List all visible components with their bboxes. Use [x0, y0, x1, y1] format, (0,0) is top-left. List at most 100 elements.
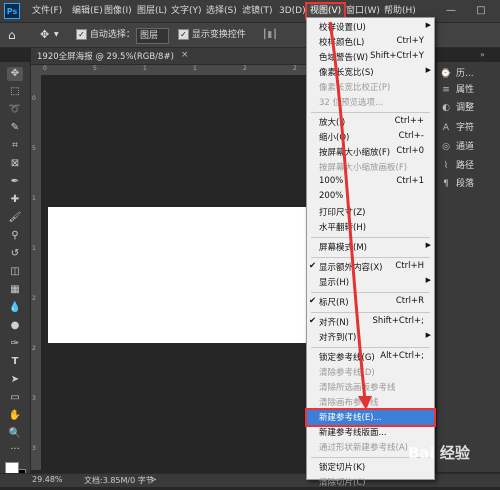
blur-tool-icon[interactable]: 💧: [7, 301, 23, 315]
menu-item-pixel-aspect-correction[interactable]: 像素长宽比校正(P): [307, 80, 434, 95]
menu-item-label: 锁定参考线(G): [319, 353, 375, 363]
rectangle-tool-icon[interactable]: ▭: [7, 391, 23, 405]
panel-channels[interactable]: ◎ 通道: [440, 139, 474, 155]
menu-item-snap[interactable]: ✔ 对齐(N) Shift+Ctrl+;: [307, 315, 434, 330]
submenu-arrow-icon: ▶: [425, 66, 431, 74]
menu-item-show[interactable]: 显示(H) ▶: [307, 275, 434, 290]
menu-item-new-guide-layout[interactable]: 新建参考线版面...: [307, 425, 434, 440]
menu-filter[interactable]: 滤镜(T): [242, 4, 273, 18]
menu-view[interactable]: 视图(V): [304, 2, 347, 20]
gradient-tool-icon[interactable]: ▦: [7, 283, 23, 297]
dodge-tool-icon[interactable]: ●: [7, 319, 23, 333]
menu-item-clear-artboard-guides[interactable]: 清除所选画板参考线: [307, 380, 434, 395]
menu-item-snap-to[interactable]: 对齐到(T) ▶: [307, 330, 434, 345]
menu-item-label: 清除画布参考线: [319, 398, 379, 408]
show-transform-group[interactable]: ✓ 显示变换控件: [178, 28, 246, 42]
show-transform-checkbox[interactable]: ✓: [178, 29, 189, 40]
menu-item-label: 新建参考线版面...: [319, 428, 387, 438]
auto-select-checkbox[interactable]: ✓: [76, 29, 87, 40]
menu-item-label: 放大(I): [319, 118, 346, 128]
panel-character[interactable]: A 字符: [440, 120, 474, 136]
ruler-tick-label: 1: [143, 65, 147, 72]
menu-item-pixel-aspect-ratio[interactable]: 像素长宽比(S) ▶: [307, 65, 434, 80]
pen-tool-icon[interactable]: ✑: [7, 337, 23, 351]
menu-item-label: 200%: [319, 191, 344, 201]
lasso-tool-icon[interactable]: ➰: [7, 103, 23, 117]
move-tool-icon[interactable]: ✥: [40, 28, 49, 42]
eyedropper-tool-icon[interactable]: ✒: [7, 175, 23, 189]
photoshop-logo-icon[interactable]: Ps: [4, 3, 20, 19]
collapse-panels-icon[interactable]: »: [480, 50, 485, 59]
close-icon[interactable]: ×: [181, 50, 189, 60]
clone-stamp-tool-icon[interactable]: ⚲: [7, 229, 23, 243]
menu-item-lock-guides[interactable]: 锁定参考线(G) Alt+Ctrl+;: [307, 350, 434, 365]
menu-edit[interactable]: 编辑(E): [72, 4, 103, 18]
menu-item-zoom-out[interactable]: 缩小(O) Ctrl+-: [307, 130, 434, 145]
menu-type[interactable]: 文字(Y): [171, 4, 202, 18]
zoom-tool-icon[interactable]: 🔍: [7, 427, 23, 441]
menu-item-print-size[interactable]: 打印尺寸(Z): [307, 205, 434, 220]
menu-item-fit-on-screen[interactable]: 按屏幕大小缩放(F) Ctrl+0: [307, 145, 434, 160]
menu-item-label: 通过形状新建参考线(A): [319, 443, 408, 453]
menu-item-clear-canvas-guides[interactable]: 清除画布参考线: [307, 395, 434, 410]
menu-item-gamut-warning[interactable]: 色域警告(W) Shift+Ctrl+Y: [307, 50, 434, 65]
eraser-tool-icon[interactable]: ◫: [7, 265, 23, 279]
move-tool-icon[interactable]: ✥: [7, 67, 23, 81]
zoom-level[interactable]: 29.48%: [32, 475, 63, 484]
panel-adjustments[interactable]: ◐ 调整: [440, 100, 474, 116]
menu-item-clear-guides[interactable]: 清除参考线(D): [307, 365, 434, 380]
menu-item-flip-horizontal[interactable]: 水平翻转(H): [307, 220, 434, 235]
document-tab[interactable]: 1920全屏海报 @ 29.5%(RGB/8#) ×: [31, 48, 311, 65]
status-menu-arrow-icon[interactable]: >: [150, 475, 157, 484]
panel-history[interactable]: ⌚ 历...: [440, 66, 473, 82]
menu-item-proof-colors[interactable]: 校样颜色(L) Ctrl+Y: [307, 35, 434, 50]
adjustments-icon: ◐: [442, 103, 450, 113]
menu-3d[interactable]: 3D(D): [279, 4, 306, 18]
menu-item-shortcut: Alt+Ctrl+;: [380, 351, 424, 361]
hand-tool-icon[interactable]: ✋: [7, 409, 23, 423]
align-icons[interactable]: ┃▮┃: [262, 28, 278, 42]
menu-image[interactable]: 图像(I): [104, 4, 132, 18]
menu-layer[interactable]: 图层(L): [137, 4, 167, 18]
chevron-down-icon[interactable]: ▼: [54, 28, 59, 42]
minimize-button[interactable]: —: [436, 2, 466, 20]
menu-item-zoom-in[interactable]: 放大(I) Ctrl++: [307, 115, 434, 130]
properties-icon: ≡: [442, 85, 450, 95]
panel-paths[interactable]: ⌇ 路径: [440, 158, 474, 174]
document-canvas[interactable]: [48, 207, 310, 343]
submenu-arrow-icon: ▶: [425, 241, 431, 249]
menu-help[interactable]: 帮助(H): [384, 4, 416, 18]
panel-properties[interactable]: ≡ 属性: [440, 82, 474, 98]
healing-brush-tool-icon[interactable]: ✚: [7, 193, 23, 207]
menu-item-32bit-preview[interactable]: 32 位预览选项...: [307, 95, 434, 110]
marquee-tool-icon[interactable]: ⬚: [7, 85, 23, 99]
type-tool-icon[interactable]: T: [7, 355, 23, 369]
home-icon[interactable]: ⌂: [8, 28, 16, 42]
crop-tool-icon[interactable]: ⌗: [7, 139, 23, 153]
menu-file[interactable]: 文件(F): [32, 4, 62, 18]
history-brush-tool-icon[interactable]: ↺: [7, 247, 23, 261]
more-tools-icon[interactable]: ···: [7, 443, 23, 457]
menu-item-new-guide[interactable]: 新建参考线(E)...: [305, 408, 436, 427]
menu-item-proof-setup[interactable]: 校样设置(U) ▶: [307, 20, 434, 35]
menu-item-screen-mode[interactable]: 屏幕模式(M) ▶: [307, 240, 434, 255]
menu-item-extras[interactable]: ✔ 显示额外内容(X) Ctrl+H: [307, 260, 434, 275]
auto-select-dropdown[interactable]: 图层: [136, 28, 170, 44]
auto-select-group[interactable]: ✓ 自动选择：: [76, 28, 135, 42]
menu-select[interactable]: 选择(S): [206, 4, 237, 18]
menu-item-shortcut: Shift+Ctrl+Y: [370, 51, 424, 61]
panel-paragraph[interactable]: ¶ 段落: [440, 176, 474, 192]
maximize-button[interactable]: □: [466, 2, 496, 20]
menu-item-fit-artboard[interactable]: 按屏幕大小缩放画板(F): [307, 160, 434, 175]
menu-window[interactable]: 窗口(W): [346, 4, 380, 18]
menu-item-100-percent[interactable]: 100% Ctrl+1: [307, 175, 434, 190]
brush-tool-icon[interactable]: 🖌: [7, 211, 23, 225]
path-selection-tool-icon[interactable]: ➤: [7, 373, 23, 387]
menu-separator: [311, 257, 430, 258]
ruler-tick-label: 2: [32, 345, 36, 352]
menu-item-rulers[interactable]: ✔ 标尺(R) Ctrl+R: [307, 295, 434, 310]
menu-item-clear-slices[interactable]: 清除切片(C): [307, 475, 434, 490]
frame-tool-icon[interactable]: ⊠: [7, 157, 23, 171]
menu-item-200-percent[interactable]: 200%: [307, 190, 434, 205]
quick-select-tool-icon[interactable]: ✎: [7, 121, 23, 135]
